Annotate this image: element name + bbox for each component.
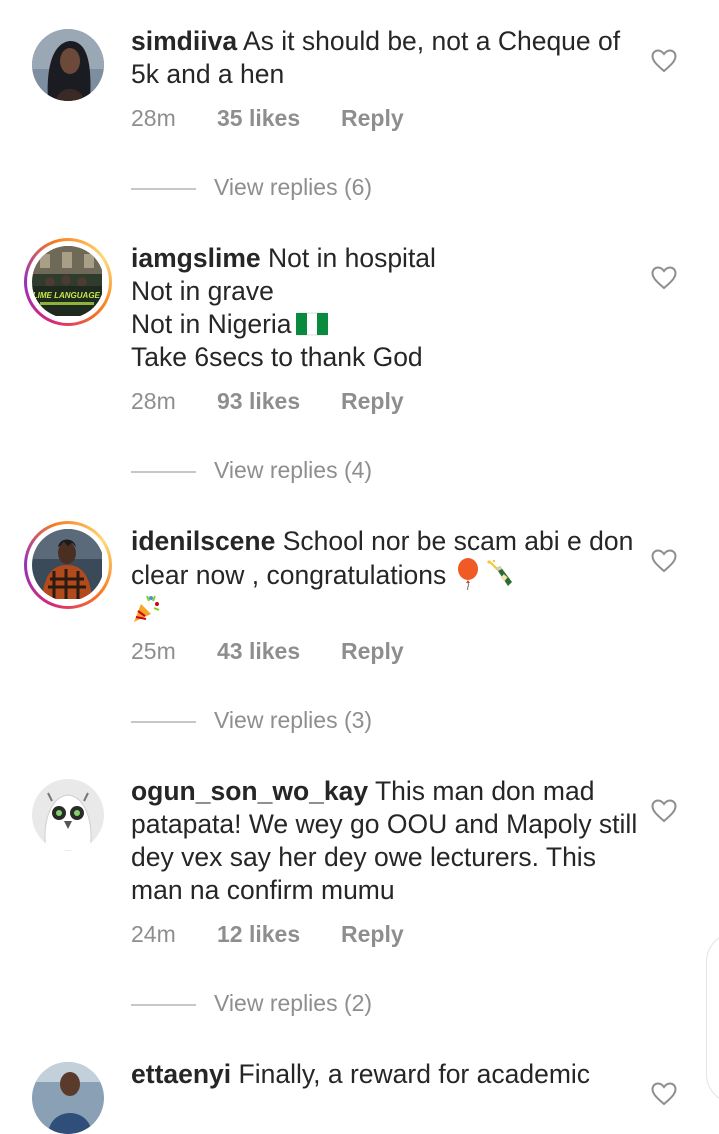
comment-line: Take 6secs to thank God [131, 342, 423, 372]
avatar-label: SLIME LANGUAGE 2 [32, 291, 102, 300]
comment-body: Finally, a reward for academic [238, 1059, 591, 1089]
comment-username[interactable]: idenilscene [131, 526, 275, 556]
reply-button[interactable]: Reply [341, 386, 404, 416]
comment-text: ettaenyi Finally, a reward for academic [131, 1058, 641, 1091]
floating-panel-edge[interactable] [706, 932, 719, 1104]
heart-icon[interactable] [651, 799, 677, 823]
view-replies-label: View replies (2) [214, 990, 373, 1016]
replies-divider [131, 187, 196, 190]
view-replies-button[interactable]: View replies (2) [131, 988, 372, 1018]
heart-icon[interactable] [651, 49, 677, 73]
party-popper-icon [134, 595, 160, 622]
view-replies-button[interactable]: View replies (3) [131, 705, 372, 735]
comment-time: 24m [131, 921, 176, 947]
comment-username[interactable]: ettaenyi [131, 1059, 231, 1089]
heart-icon[interactable] [651, 549, 677, 573]
avatar[interactable] [32, 779, 104, 851]
view-replies-label: View replies (3) [214, 707, 373, 733]
comment-text: simdiiva As it should be, not a Cheque o… [131, 25, 641, 91]
avatar[interactable]: SLIME LANGUAGE 2 [24, 238, 112, 326]
view-replies-button[interactable]: View replies (4) [131, 455, 372, 485]
heart-icon[interactable] [651, 1082, 677, 1106]
view-replies-label: View replies (6) [214, 174, 373, 200]
avatar[interactable] [24, 521, 112, 609]
comment-time: 25m [131, 638, 176, 664]
replies-divider [131, 1003, 196, 1006]
heart-icon[interactable] [651, 266, 677, 290]
likes-count[interactable]: 43 likes [217, 636, 341, 666]
comment-line: Not in hospital [268, 243, 436, 273]
comment-meta: 25m 43 likes Reply [131, 636, 404, 666]
comment-meta: 28m 35 likes Reply [131, 103, 404, 133]
comment-text: ogun_son_wo_kay This man don mad patapat… [131, 775, 641, 907]
avatar[interactable] [32, 1062, 104, 1134]
comment-username[interactable]: ogun_son_wo_kay [131, 776, 368, 806]
comment-text: idenilscene School nor be scam abi e don… [131, 525, 641, 626]
comment-text: iamgslime Not in hospital Not in grave Not… [131, 242, 641, 374]
comment-time: 28m [131, 105, 176, 131]
reply-button[interactable]: Reply [341, 919, 404, 949]
comment-username[interactable]: iamgslime [131, 243, 261, 273]
view-replies-button[interactable]: View replies (6) [131, 172, 372, 202]
avatar[interactable] [32, 29, 104, 101]
champagne-icon [487, 559, 512, 586]
comment-line: Not in Nigeria [131, 309, 292, 339]
comment-username[interactable]: simdiiva [131, 26, 237, 56]
comment-meta: 24m 12 likes Reply [131, 919, 404, 949]
replies-divider [131, 470, 196, 473]
comment-meta: 28m 93 likes Reply [131, 386, 404, 416]
reply-button[interactable]: Reply [341, 103, 404, 133]
likes-count[interactable]: 12 likes [217, 919, 341, 949]
likes-count[interactable]: 35 likes [217, 103, 341, 133]
replies-divider [131, 720, 196, 723]
likes-count[interactable]: 93 likes [217, 386, 341, 416]
nigeria-flag-icon [295, 312, 328, 336]
view-replies-label: View replies (4) [214, 457, 373, 483]
comment-time: 28m [131, 388, 176, 414]
reply-button[interactable]: Reply [341, 636, 404, 666]
comment-line: Not in grave [131, 276, 274, 306]
balloon-icon [457, 558, 478, 590]
